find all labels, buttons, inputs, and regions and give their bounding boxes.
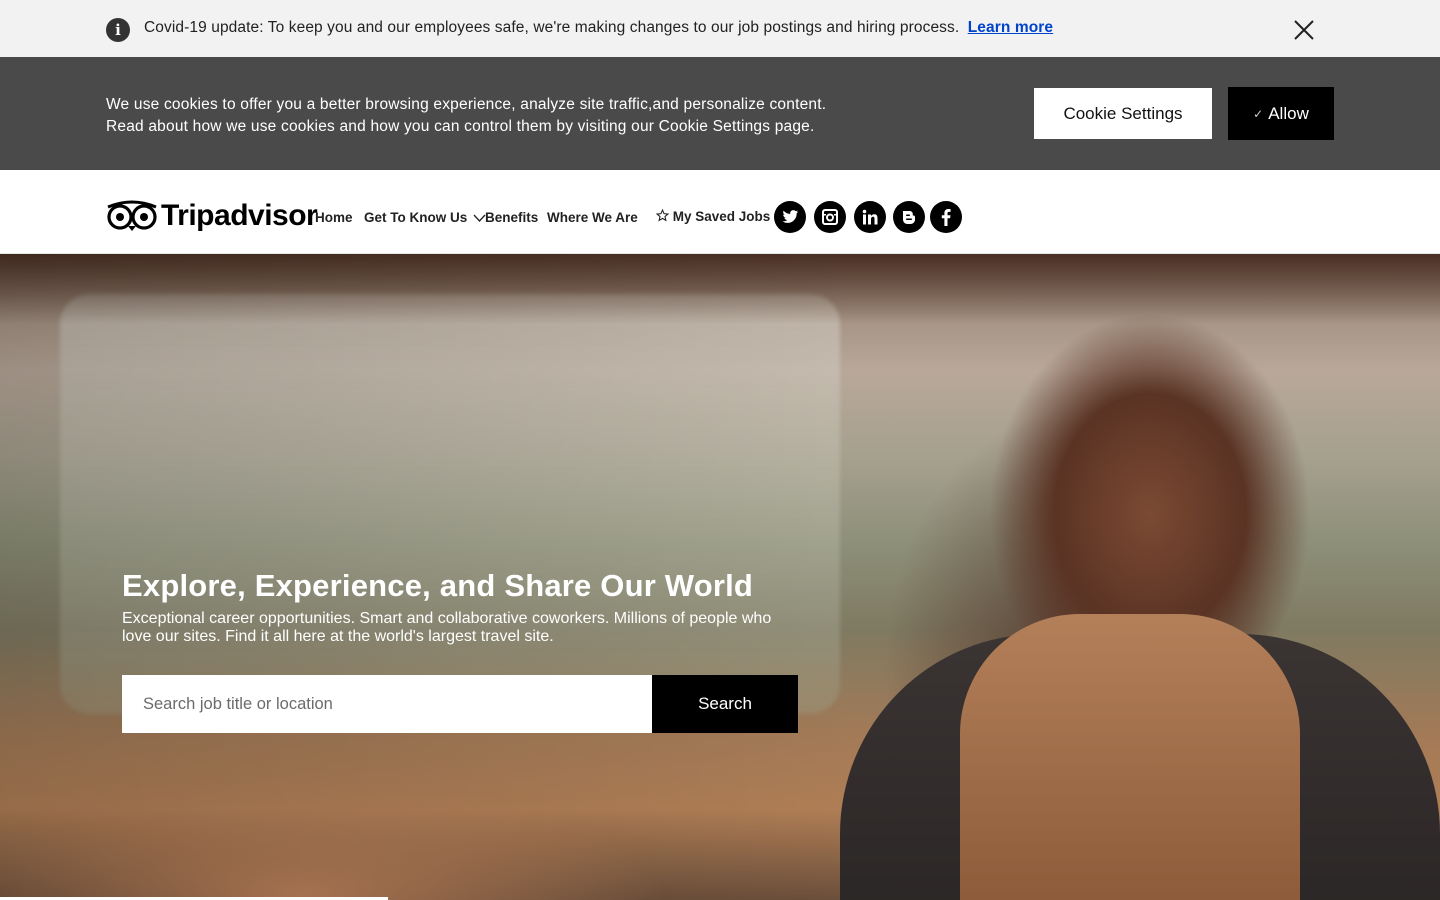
cookie-line-2: Read about how we use cookies and how yo…	[106, 118, 815, 135]
hero-section: Explore, Experience, and Share Our World…	[0, 254, 1440, 900]
covid-message: Covid-19 update: To keep you and our emp…	[144, 19, 1053, 37]
nav-benefits[interactable]: Benefits	[485, 210, 538, 225]
nav-where-we-are-label: Where We Are	[547, 210, 638, 225]
my-saved-jobs-link[interactable]: My Saved Jobs	[655, 208, 771, 224]
nav-home-label: Home	[315, 210, 353, 225]
star-icon	[655, 208, 670, 222]
logo-wordmark: Tripadvisor	[161, 199, 318, 232]
job-search-form: Search	[122, 675, 798, 733]
blogger-icon[interactable]	[893, 201, 925, 233]
allow-cookies-button[interactable]: ✓ Allow	[1228, 87, 1334, 140]
cookie-message: We use cookies to offer you a better bro…	[106, 94, 906, 138]
nav-benefits-label: Benefits	[485, 210, 539, 225]
facebook-icon[interactable]	[930, 201, 962, 233]
hero-title: Explore, Experience, and Share Our World	[122, 568, 754, 603]
saved-jobs-label: My Saved Jobs	[672, 209, 771, 224]
nav-get-to-know-us[interactable]: Get To Know Us	[364, 210, 486, 225]
nav-get-to-know-us-label: Get To Know Us	[364, 210, 468, 225]
instagram-icon[interactable]	[814, 201, 846, 233]
cookie-settings-button[interactable]: Cookie Settings	[1034, 88, 1212, 139]
tripadvisor-logo[interactable]: Tripadvisor	[106, 199, 318, 232]
checkmark-icon: ✓	[1253, 106, 1264, 121]
nav-where-we-are[interactable]: Where We Are	[547, 210, 638, 225]
cookie-banner: We use cookies to offer you a better bro…	[0, 57, 1440, 170]
cookie-settings-label: Cookie Settings	[1063, 103, 1183, 123]
covid-banner: i Covid-19 update: To keep you and our e…	[0, 0, 1440, 57]
info-icon: i	[106, 18, 130, 42]
linkedin-icon[interactable]	[854, 201, 886, 233]
twitter-icon[interactable]	[774, 201, 806, 233]
main-nav: Tripadvisor Home Get To Know Us Benefits…	[0, 170, 1440, 254]
covid-text: Covid-19 update: To keep you and our emp…	[144, 19, 960, 36]
learn-more-link[interactable]: Learn more	[968, 19, 1053, 36]
owl-icon	[107, 200, 157, 231]
job-search-input[interactable]	[122, 675, 652, 733]
hero-subtitle: Exceptional career opportunities. Smart …	[122, 610, 772, 645]
allow-label: Allow	[1268, 103, 1309, 123]
cookie-line-1: We use cookies to offer you a better bro…	[106, 96, 827, 113]
close-icon[interactable]	[1292, 18, 1316, 42]
search-button[interactable]: Search	[652, 675, 798, 733]
nav-home[interactable]: Home	[315, 210, 353, 225]
